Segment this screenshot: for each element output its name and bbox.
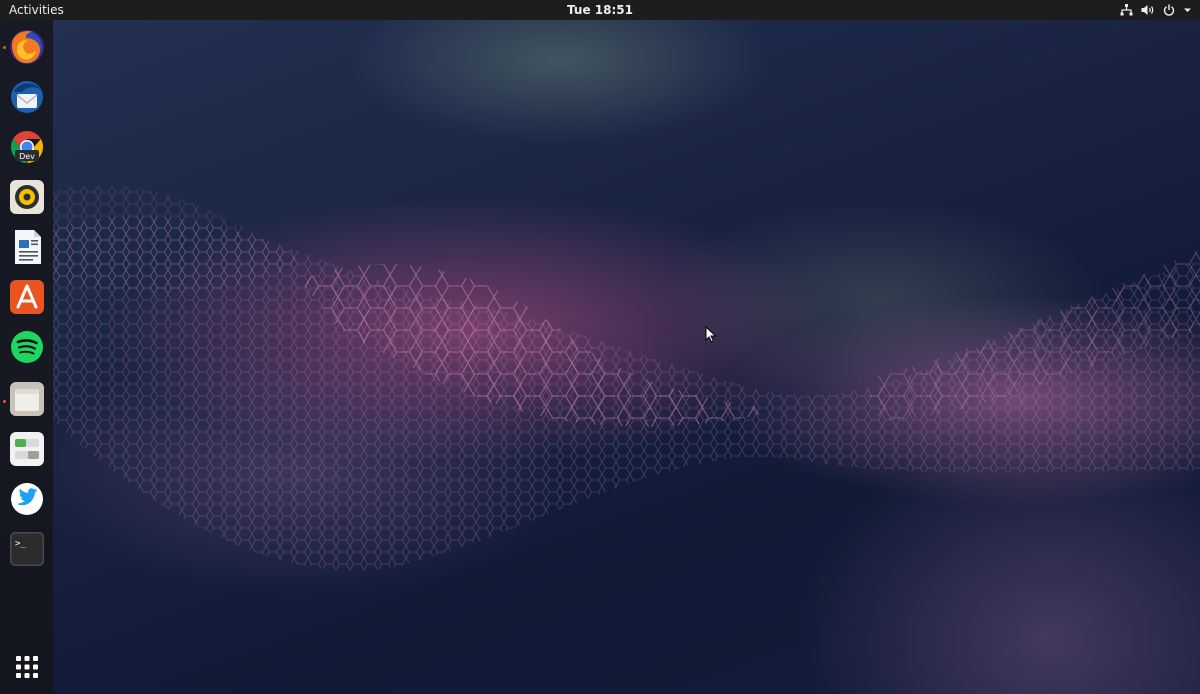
clock-container: Tue 18:51	[0, 3, 1200, 17]
mouse-pointer-icon	[705, 326, 717, 343]
terminal-glyph: >_	[15, 539, 26, 549]
dock-item-writer[interactable]	[8, 228, 46, 266]
software-store-icon	[10, 280, 44, 314]
toggle-switches-icon	[10, 432, 44, 466]
chrome-dev-icon: Dev	[10, 130, 44, 164]
top-bar: Activities Tue 18:51	[0, 0, 1200, 20]
files-icon	[10, 382, 44, 416]
show-applications-button[interactable]	[8, 648, 46, 686]
network-icon[interactable]	[1120, 4, 1133, 16]
desktop-wallpaper	[0, 0, 1200, 694]
dock-item-chrome-dev[interactable]: Dev	[8, 128, 46, 166]
system-tray[interactable]	[1120, 2, 1192, 18]
dock-item-twitter[interactable]	[8, 480, 46, 518]
running-indicator	[3, 46, 6, 49]
spotify-icon	[11, 331, 43, 363]
dock-item-toggle-settings[interactable]	[8, 430, 46, 468]
volume-icon[interactable]	[1141, 4, 1155, 16]
firefox-icon	[10, 30, 44, 64]
rhythmbox-icon	[10, 180, 44, 214]
svg-text:Dev: Dev	[19, 152, 35, 161]
app-grid-icon	[16, 656, 38, 678]
dock-item-thunderbird[interactable]	[8, 78, 46, 116]
running-indicator	[3, 400, 6, 403]
activities-button[interactable]: Activities	[9, 3, 64, 17]
dock-item-firefox[interactable]	[8, 28, 46, 66]
clock-button[interactable]: Tue 18:51	[567, 3, 633, 17]
thunderbird-icon	[11, 81, 43, 113]
dock: Dev >_	[0, 20, 53, 694]
document-icon	[15, 230, 41, 264]
dock-item-files[interactable]	[8, 380, 46, 418]
twitter-icon	[11, 483, 43, 515]
terminal-icon: >_	[10, 532, 44, 566]
dock-item-rhythmbox[interactable]	[8, 178, 46, 216]
dock-item-ubuntu-software[interactable]	[8, 278, 46, 316]
dock-item-spotify[interactable]	[8, 328, 46, 366]
power-icon[interactable]	[1163, 4, 1175, 16]
dock-item-terminal[interactable]: >_	[8, 530, 46, 568]
chevron-down-icon[interactable]	[1183, 4, 1192, 16]
mesh-wave-art	[53, 185, 1200, 571]
